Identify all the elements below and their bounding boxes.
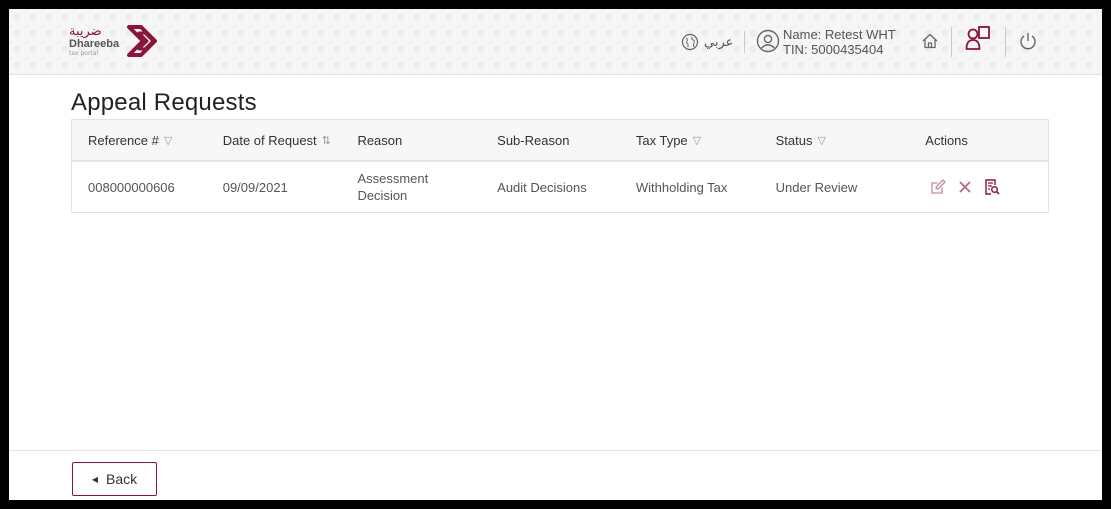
table-header: Reference # ▽ Date of Request ⇅ Reason S… [72, 120, 1048, 162]
divider [1005, 27, 1006, 57]
cell-status: Under Review [775, 179, 858, 195]
footer-divider [9, 450, 1102, 451]
appeal-requests-table: Reference # ▽ Date of Request ⇅ Reason S… [71, 119, 1049, 213]
column-header-actions: Actions [911, 133, 1048, 148]
power-icon[interactable] [1019, 31, 1037, 51]
column-label: Sub-Reason [497, 132, 570, 148]
column-label: Actions [925, 132, 968, 148]
column-label: Status [775, 132, 813, 148]
language-label: عربي [704, 34, 734, 50]
top-header: ضريبة Dhareeba tax portal عربي Name: Ret… [9, 9, 1102, 75]
divider [744, 31, 745, 53]
filter-icon[interactable]: ▽ [693, 134, 701, 147]
cell-date: 09/09/2021 [222, 179, 288, 195]
table-row: 008000000606 09/09/2021 Assessment Decis… [72, 162, 1048, 212]
logo-english: Dhareeba [69, 38, 120, 50]
cell-tax-type: Withholding Tax [635, 179, 728, 195]
column-header-status[interactable]: Status ▽ [760, 133, 912, 148]
sort-icon[interactable]: ⇅ [322, 134, 331, 147]
cell-reason: Assessment Decision [341, 170, 481, 204]
cancel-icon[interactable] [957, 179, 973, 195]
globe-icon [681, 33, 699, 51]
logo-text: ضريبة Dhareeba tax portal [69, 25, 119, 57]
filter-icon[interactable]: ▽ [817, 134, 825, 147]
caret-left-icon: ◀ [91, 474, 99, 484]
app-window: ضريبة Dhareeba tax portal عربي Name: Ret… [9, 9, 1102, 500]
column-header-date[interactable]: Date of Request ⇅ [207, 133, 342, 148]
dhareeba-logo[interactable]: ضريبة Dhareeba tax portal [69, 21, 163, 61]
filter-icon[interactable]: ▽ [164, 134, 172, 147]
back-label: Back [106, 471, 138, 487]
logo-arabic: ضريبة [69, 24, 102, 39]
page-title: Appeal Requests [71, 89, 257, 116]
column-label: Reason [357, 132, 403, 148]
cell-actions [911, 178, 1048, 196]
user-tin: TIN: 5000435404 [783, 42, 884, 57]
language-switch[interactable]: عربي [681, 33, 733, 51]
column-header-sub-reason: Sub-Reason [481, 133, 620, 148]
logo-subtitle: tax portal [69, 50, 99, 57]
row-actions [927, 178, 1001, 196]
edit-icon[interactable] [929, 178, 947, 196]
divider [951, 27, 952, 57]
column-label: Tax Type [635, 132, 688, 148]
view-document-icon[interactable] [983, 178, 1001, 196]
cell-reason-text: Assessment Decision [357, 171, 429, 203]
column-header-reference[interactable]: Reference # ▽ [72, 133, 207, 148]
dhareeba-mark-icon [127, 25, 158, 57]
account-icon[interactable] [965, 25, 991, 53]
back-button[interactable]: ◀ Back [72, 462, 157, 496]
column-label: Date of Request [222, 132, 317, 148]
cell-sub-reason: Audit Decisions [497, 179, 587, 195]
user-icon[interactable] [756, 29, 780, 53]
cell-reference: 008000000606 [88, 179, 175, 195]
column-header-tax-type[interactable]: Tax Type ▽ [620, 133, 760, 148]
column-label: Reference # [88, 132, 159, 148]
home-icon[interactable] [921, 32, 939, 50]
user-info[interactable]: Name: Retest WHT TIN: 5000435404 [783, 27, 896, 57]
user-name: Name: Retest WHT [783, 27, 896, 42]
column-header-reason: Reason [341, 133, 481, 148]
